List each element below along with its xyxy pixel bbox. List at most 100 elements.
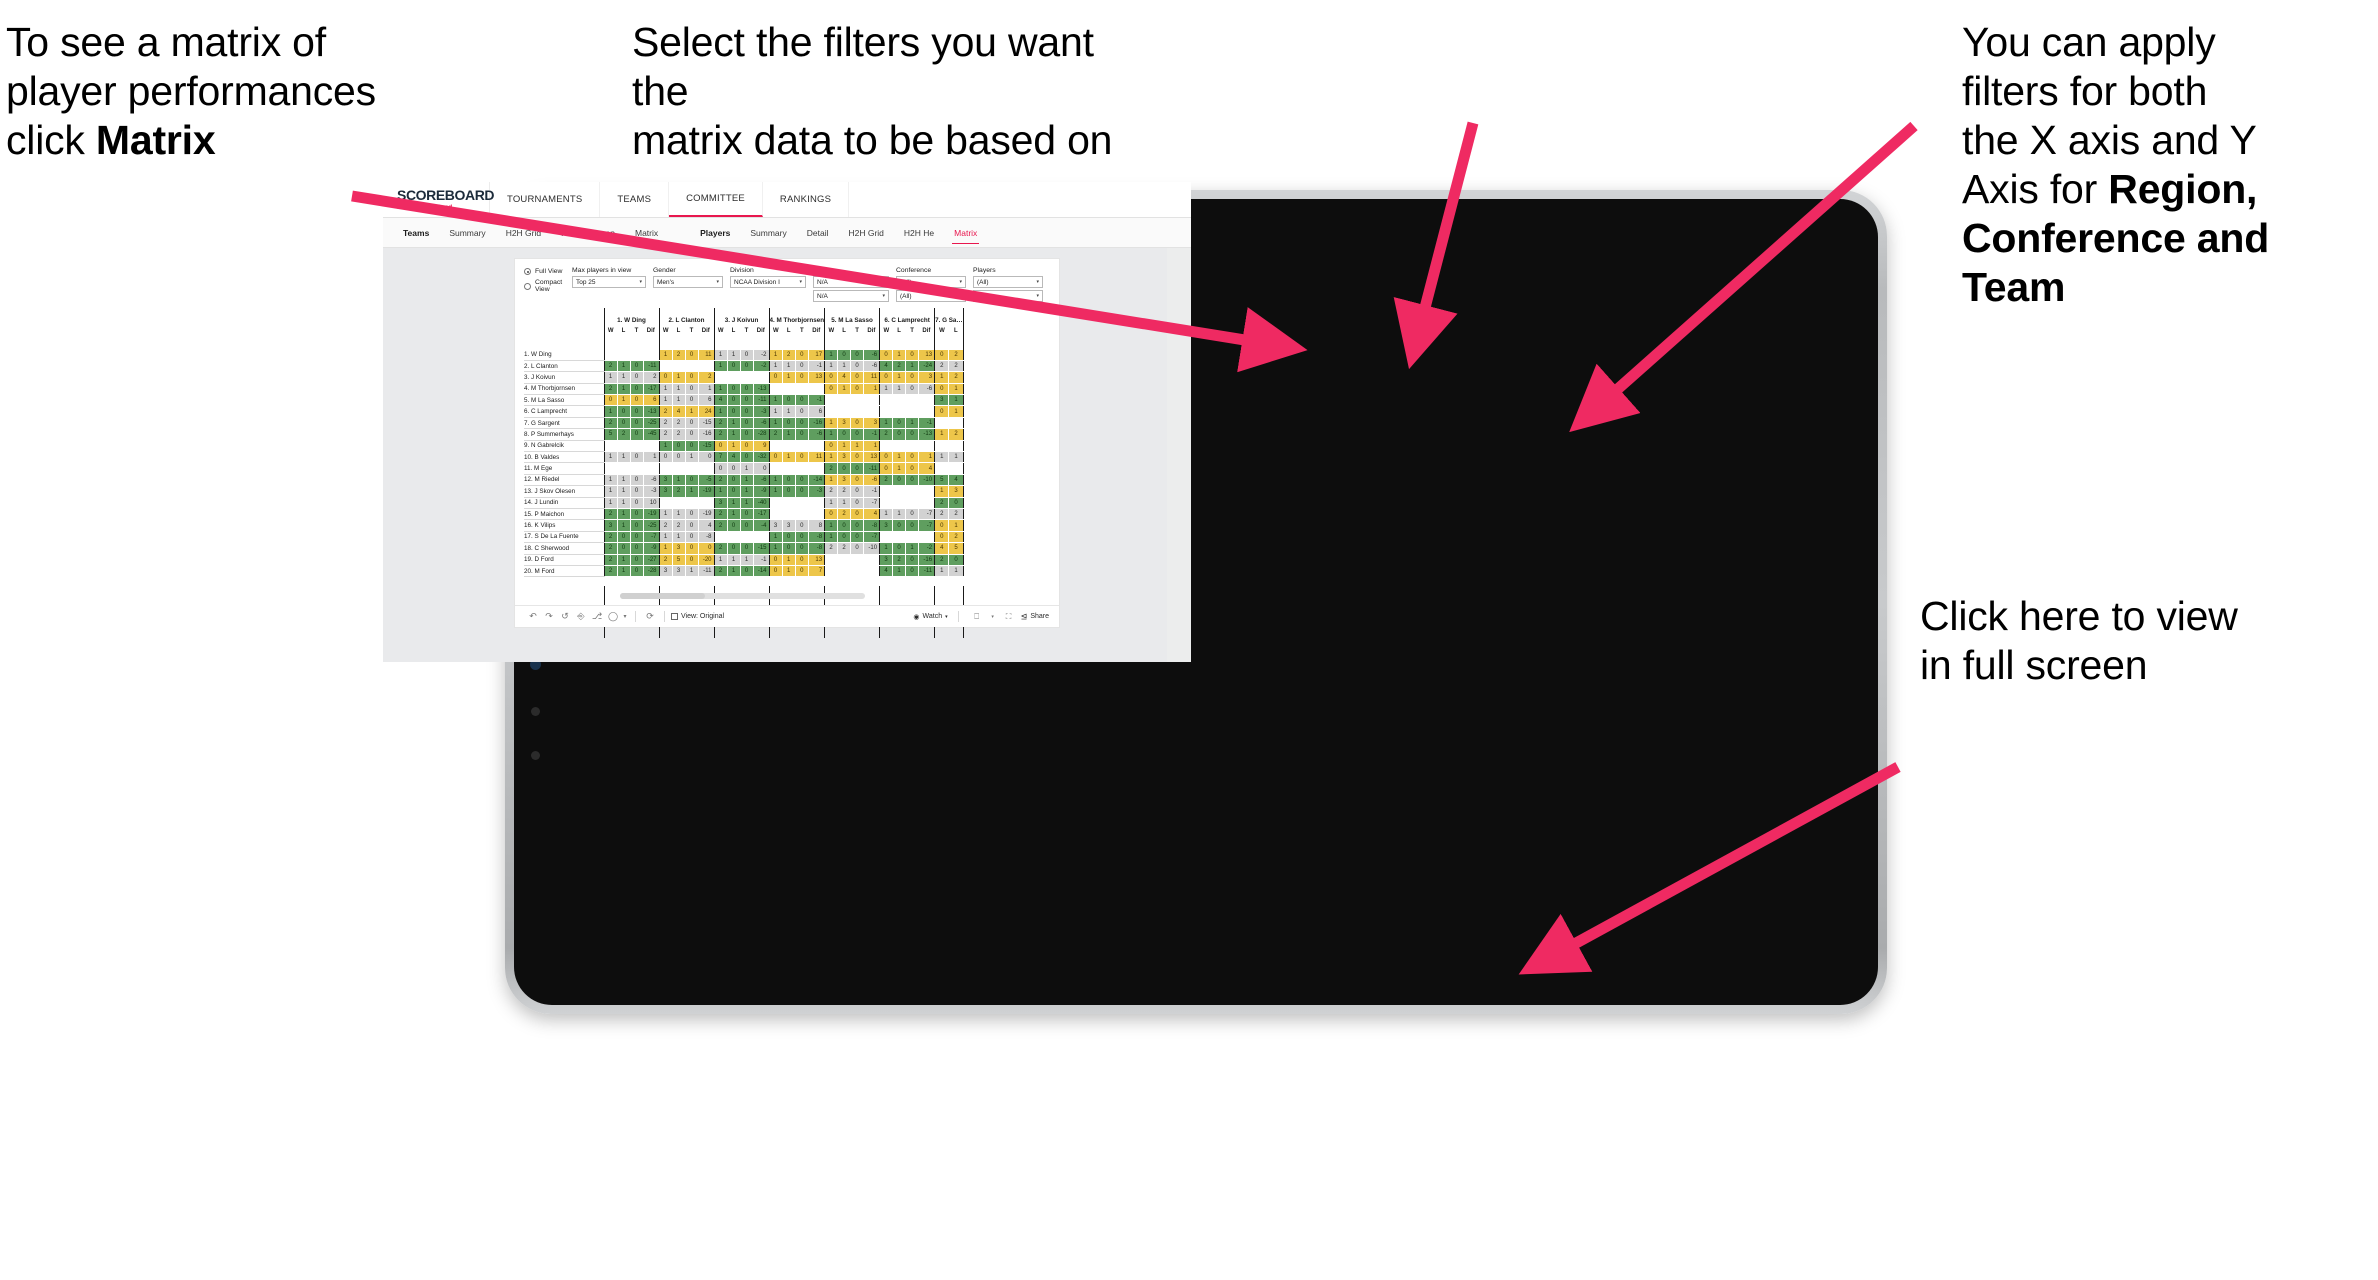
matrix-cell[interactable]: 1 <box>781 428 796 441</box>
matrix-cell[interactable]: 0 <box>768 450 783 464</box>
matrix-cell[interactable]: 2 <box>642 371 660 384</box>
matrix-cell[interactable]: -16 <box>918 553 936 566</box>
matrix-cell[interactable]: 1 <box>948 394 964 407</box>
matrix-cell[interactable]: 1 <box>616 519 631 532</box>
refresh-icon[interactable]: ⟳ <box>642 611 658 622</box>
matrix-cell[interactable] <box>863 553 881 566</box>
matrix-cell[interactable]: 3 <box>658 473 673 487</box>
matrix-cell[interactable] <box>794 496 809 509</box>
matrix-cell[interactable]: 4 <box>948 473 964 487</box>
matrix-cell[interactable]: 1 <box>781 564 796 578</box>
matrix-cell[interactable] <box>918 485 936 498</box>
matrix-cell[interactable]: 1 <box>726 507 741 521</box>
matrix-cell[interactable]: 1 <box>824 530 839 544</box>
matrix-cell[interactable] <box>879 439 894 453</box>
matrix-cell[interactable]: 1 <box>684 405 699 418</box>
matrix-cell[interactable]: 0 <box>948 553 964 566</box>
matrix-cell[interactable] <box>824 564 839 578</box>
matrix-cell[interactable] <box>768 439 783 453</box>
matrix-cell[interactable]: 5 <box>603 428 618 441</box>
matrix-cell[interactable]: 2 <box>658 416 673 430</box>
matrix-cell[interactable]: 0 <box>629 485 644 498</box>
matrix-cell[interactable]: 1 <box>671 394 686 407</box>
matrix-cell[interactable]: -7 <box>918 519 936 532</box>
matrix-cell[interactable]: 1 <box>768 485 783 498</box>
matrix-cell[interactable]: 0 <box>892 473 907 487</box>
matrix-cell[interactable]: 1 <box>671 382 686 396</box>
matrix-cell[interactable] <box>629 439 644 453</box>
matrix-cell[interactable]: 0 <box>726 519 741 532</box>
matrix-cell[interactable]: -6 <box>752 473 770 487</box>
matrix-cell[interactable]: 4 <box>879 359 894 373</box>
pause-auto-update-icon[interactable]: ⎆ <box>573 611 589 622</box>
matrix-cell[interactable]: 0 <box>768 553 783 566</box>
matrix-cell[interactable]: 4 <box>918 462 936 475</box>
matrix-cell[interactable]: -45 <box>642 428 660 441</box>
matrix-cell[interactable]: 2 <box>837 507 852 521</box>
matrix-cell[interactable]: 0 <box>850 371 865 384</box>
subnav-players-item-h2h-he[interactable]: H2H He <box>894 218 944 247</box>
matrix-cell[interactable]: 0 <box>726 382 741 396</box>
matrix-cell[interactable]: 2 <box>603 542 618 555</box>
matrix-cell[interactable]: -7 <box>863 530 881 544</box>
matrix-cell[interactable]: 1 <box>603 473 618 487</box>
matrix-cell[interactable]: 0 <box>794 348 809 361</box>
matrix-cell[interactable] <box>850 553 865 566</box>
matrix-cell[interactable]: 1 <box>726 564 741 578</box>
matrix-cell[interactable]: 1 <box>948 405 964 418</box>
download-icon[interactable]: ⎕ <box>969 612 985 622</box>
matrix-cell[interactable]: 6 <box>642 394 660 407</box>
matrix-cell[interactable]: 1 <box>603 405 618 418</box>
matrix-cell[interactable]: -1 <box>752 553 770 566</box>
matrix-cell[interactable]: 7 <box>713 450 728 464</box>
matrix-cell[interactable]: 0 <box>726 359 741 373</box>
matrix-cell[interactable]: 2 <box>934 359 950 373</box>
matrix-cell[interactable]: 2 <box>713 564 728 578</box>
matrix-cell[interactable]: 2 <box>713 428 728 441</box>
matrix-cell[interactable] <box>905 405 920 418</box>
matrix-cell[interactable]: 1 <box>658 542 673 555</box>
matrix-cell[interactable] <box>671 359 686 373</box>
matrix-cell[interactable] <box>671 462 686 475</box>
matrix-cell[interactable]: 0 <box>934 530 950 544</box>
matrix-cell[interactable]: 0 <box>879 348 894 361</box>
matrix-cell[interactable] <box>739 530 754 544</box>
matrix-cell[interactable]: -13 <box>918 428 936 441</box>
filter-select-conference-x-axis[interactable]: (All) ▾ <box>896 276 966 288</box>
matrix-cell[interactable]: 0 <box>726 394 741 407</box>
matrix-cell[interactable] <box>879 485 894 498</box>
matrix-cell[interactable]: 0 <box>684 507 699 521</box>
download-caret-icon[interactable]: ▾ <box>989 614 997 620</box>
matrix-cell[interactable]: 1 <box>905 416 920 430</box>
matrix-cell[interactable]: 1 <box>824 450 839 464</box>
matrix-cell[interactable]: 1 <box>781 359 796 373</box>
matrix-cell[interactable]: 0 <box>794 394 809 407</box>
matrix-cell[interactable] <box>807 496 826 509</box>
matrix-cell[interactable] <box>807 462 826 475</box>
matrix-cell[interactable]: 1 <box>671 473 686 487</box>
top-nav-item-teams[interactable]: TEAMS <box>600 182 670 217</box>
matrix-cell[interactable]: 1 <box>934 371 950 384</box>
matrix-cell[interactable] <box>807 439 826 453</box>
matrix-cell[interactable]: 0 <box>739 405 754 418</box>
matrix-cell[interactable] <box>879 394 894 407</box>
matrix-cell[interactable]: 1 <box>616 564 631 578</box>
matrix-cell[interactable]: 0 <box>684 542 699 555</box>
matrix-cell[interactable] <box>850 405 865 418</box>
matrix-cell[interactable]: 1 <box>616 382 631 396</box>
matrix-cell[interactable] <box>684 496 699 509</box>
matrix-cell[interactable]: 2 <box>713 473 728 487</box>
matrix-cell[interactable]: -24 <box>918 359 936 373</box>
matrix-cell[interactable]: 1 <box>713 553 728 566</box>
matrix-cell[interactable]: 4 <box>837 371 852 384</box>
matrix-cell[interactable]: 0 <box>629 542 644 555</box>
matrix-cell[interactable]: 1 <box>671 371 686 384</box>
matrix-cell[interactable]: 2 <box>934 496 950 509</box>
matrix-cell[interactable]: 1 <box>934 485 950 498</box>
matrix-cell[interactable]: -17 <box>642 382 660 396</box>
matrix-cell[interactable]: 2 <box>671 519 686 532</box>
matrix-cell[interactable]: 2 <box>948 371 964 384</box>
matrix-cell[interactable]: 1 <box>684 485 699 498</box>
matrix-cell[interactable]: 1 <box>837 382 852 396</box>
matrix-cell[interactable]: 1 <box>739 473 754 487</box>
